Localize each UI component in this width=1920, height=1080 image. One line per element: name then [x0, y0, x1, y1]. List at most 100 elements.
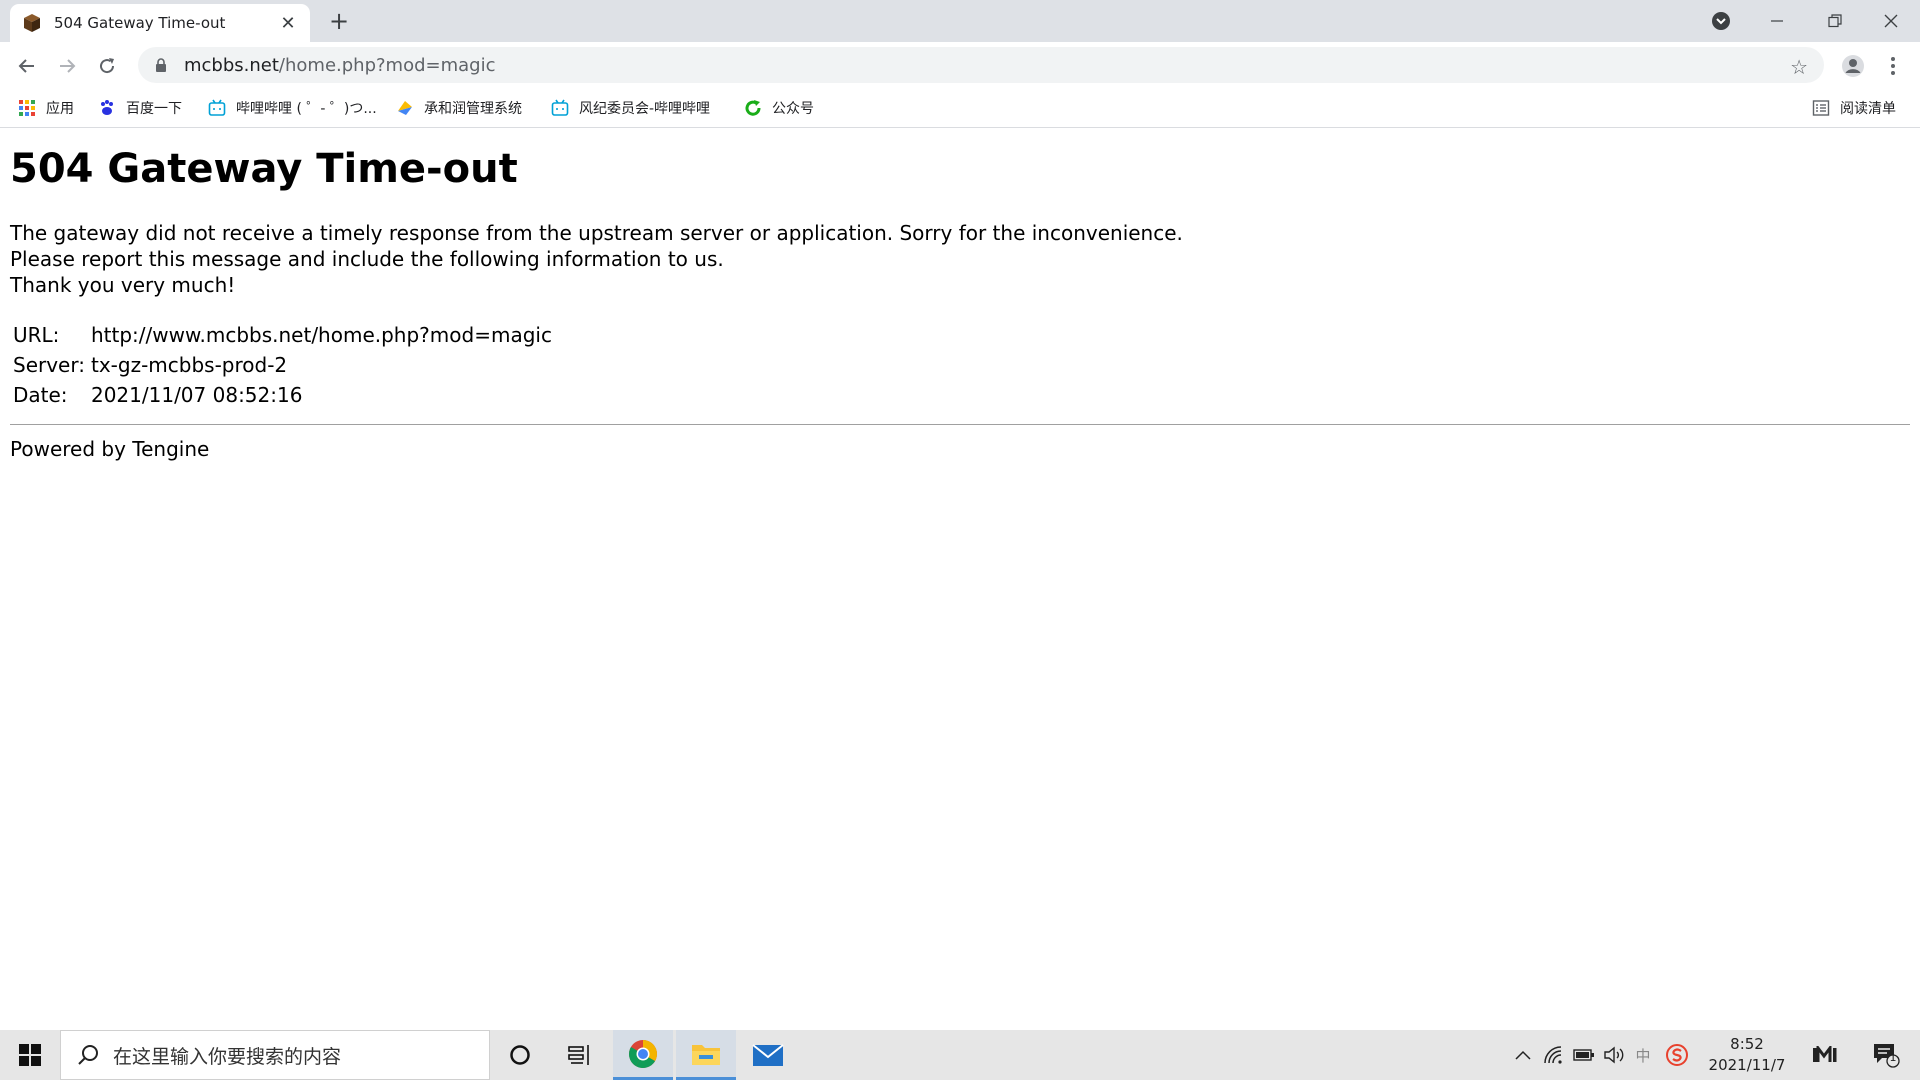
apps-grid-icon — [19, 100, 35, 116]
minimize-icon — [1771, 20, 1783, 22]
url-host: mcbbs.net — [184, 54, 279, 76]
powered-by: Powered by Tengine — [10, 437, 210, 461]
close-window-button[interactable] — [1862, 0, 1920, 42]
info-value: http://www.mcbbs.net/home.php?mod=magic — [90, 323, 552, 347]
baidu-paw-icon — [101, 100, 113, 115]
bookmark-fengji[interactable]: 风纪委员会-哔哩哔哩 — [551, 97, 710, 119]
tray-overflow-button[interactable] — [1510, 1030, 1536, 1080]
chevron-up-icon — [1515, 1050, 1531, 1060]
restore-button[interactable] — [1806, 0, 1864, 42]
task-view-button[interactable] — [550, 1030, 610, 1080]
page-content: 504 Gateway Time-out The gateway did not… — [10, 128, 1910, 461]
file-explorer-button[interactable] — [676, 1030, 736, 1080]
url-path: /home.php?mod=magic — [278, 54, 496, 76]
notification-center-button[interactable]: 1 — [1860, 1030, 1912, 1080]
info-value: 2021/11/07 08:52:16 — [90, 383, 303, 407]
notification-count: 1 — [1889, 1051, 1897, 1064]
arrow-left-icon — [18, 59, 34, 73]
folder-icon — [692, 1044, 720, 1065]
close-icon — [1884, 14, 1898, 28]
clock[interactable]: 8:52 2021/11/7 — [1700, 1034, 1794, 1076]
chrome-icon — [628, 1039, 657, 1068]
bookmark-star-icon[interactable]: ☆ — [1790, 55, 1808, 79]
reload-icon — [100, 58, 115, 74]
address-bar[interactable]: mcbbs.net/home.php?mod=magic ☆ — [138, 47, 1824, 83]
back-button[interactable] — [10, 49, 44, 83]
bookmarks-bar: 应用 百度一下 哔哩哔哩 ( ゜- ゜)つ... 承和润管理系统 风纪委员会-哔… — [0, 89, 1920, 128]
clock-time: 8:52 — [1730, 1035, 1764, 1053]
bookmark-label: 承和润管理系统 — [424, 101, 522, 117]
page-title: 504 Gateway Time-out — [10, 146, 518, 192]
chenghe-logo-icon — [398, 101, 412, 115]
menu-button[interactable] — [1876, 49, 1910, 83]
cortana-button[interactable] — [490, 1030, 550, 1080]
lock-icon[interactable] — [154, 58, 168, 72]
message-line: Please report this message and include t… — [10, 247, 724, 271]
refresh-circle-icon — [745, 100, 761, 116]
taskbar-search[interactable]: 在这里输入你要搜索的内容 — [60, 1030, 490, 1080]
speaker-icon — [1604, 1046, 1624, 1064]
start-button[interactable] — [0, 1030, 60, 1080]
bookmark-label: 风纪委员会-哔哩哔哩 — [579, 101, 711, 117]
bookmark-bilibili[interactable]: 哔哩哔哩 ( ゜- ゜)つ... — [208, 97, 377, 119]
profile-button[interactable] — [1836, 49, 1870, 83]
bookmark-label: 百度一下 — [126, 101, 182, 117]
table-row: Date: 2021/11/07 08:52:16 — [10, 380, 555, 410]
bookmark-apps[interactable]: 应用 — [18, 97, 74, 119]
bookmark-label: 阅读清单 — [1840, 101, 1896, 117]
tab-title: 504 Gateway Time-out — [54, 14, 226, 32]
avatar-icon — [1842, 55, 1864, 77]
message-line: The gateway did not receive a timely res… — [10, 221, 1183, 245]
sogou-ime-button[interactable] — [1662, 1030, 1692, 1080]
arrow-right-icon — [60, 59, 76, 73]
new-tab-button[interactable]: + — [324, 6, 354, 36]
reading-list-icon — [1812, 100, 1830, 116]
sogou-s-icon — [1666, 1044, 1688, 1066]
restore-icon — [1828, 14, 1842, 28]
bookmark-baidu[interactable]: 百度一下 — [98, 97, 182, 119]
battery-icon — [1573, 1049, 1594, 1061]
volume-button[interactable] — [1600, 1030, 1628, 1080]
reload-button[interactable] — [90, 49, 124, 83]
forward-button[interactable] — [50, 49, 84, 83]
chrome-taskbar-button[interactable] — [613, 1030, 673, 1080]
search-placeholder: 在这里输入你要搜索的内容 — [113, 1045, 342, 1068]
tab-active[interactable]: 504 Gateway Time-out ✕ — [10, 4, 310, 42]
clock-date: 2021/11/7 — [1708, 1056, 1786, 1074]
bookmark-chenghe[interactable]: 承和润管理系统 — [396, 97, 522, 119]
cortana-circle-icon — [510, 1045, 530, 1065]
browser-toolbar: mcbbs.net/home.php?mod=magic ☆ — [0, 42, 1920, 89]
bilibili-tv-icon — [551, 99, 569, 116]
table-row: URL: http://www.mcbbs.net/home.php?mod=m… — [10, 320, 555, 350]
windows-logo-icon — [19, 1044, 41, 1066]
ime-indicator[interactable]: 中 — [1630, 1030, 1656, 1080]
wifi-icon — [1544, 1046, 1562, 1064]
minimize-button[interactable] — [1748, 0, 1806, 42]
chevron-down-icon — [1712, 12, 1730, 30]
table-row: Server: tx-gz-mcbbs-prod-2 — [10, 350, 555, 380]
info-table: URL: http://www.mcbbs.net/home.php?mod=m… — [10, 320, 555, 410]
error-message: The gateway did not receive a timely res… — [10, 220, 1910, 298]
mail-icon — [752, 1044, 784, 1066]
app-logo-icon — [1813, 1046, 1837, 1062]
reading-list-button[interactable]: 阅读清单 — [1812, 97, 1896, 119]
search-icon — [78, 1045, 98, 1065]
info-value: tx-gz-mcbbs-prod-2 — [90, 353, 288, 377]
battery-button[interactable] — [1570, 1030, 1598, 1080]
taskbar: 在这里输入你要搜索的内容 中 8:52 2021/11/7 1 — [0, 1030, 1920, 1080]
network-button[interactable] — [1540, 1030, 1568, 1080]
info-label: Date: — [13, 383, 68, 407]
bilibili-tv-icon — [208, 99, 226, 116]
bookmark-gongzhonghao[interactable]: 公众号 — [744, 97, 814, 119]
bookmark-label: 哔哩哔哩 ( ゜- ゜)つ... — [236, 101, 377, 117]
info-label: URL: — [13, 323, 60, 347]
meet-now-button[interactable] — [1800, 1030, 1850, 1080]
tab-search-button[interactable] — [1692, 0, 1750, 42]
info-label: Server: — [13, 353, 85, 377]
divider — [10, 424, 1910, 425]
message-line: Thank you very much! — [10, 273, 236, 297]
tab-close-icon[interactable]: ✕ — [278, 13, 298, 34]
kebab-menu-icon — [1891, 57, 1895, 75]
bookmark-label: 应用 — [46, 101, 74, 117]
mail-button[interactable] — [738, 1030, 798, 1080]
